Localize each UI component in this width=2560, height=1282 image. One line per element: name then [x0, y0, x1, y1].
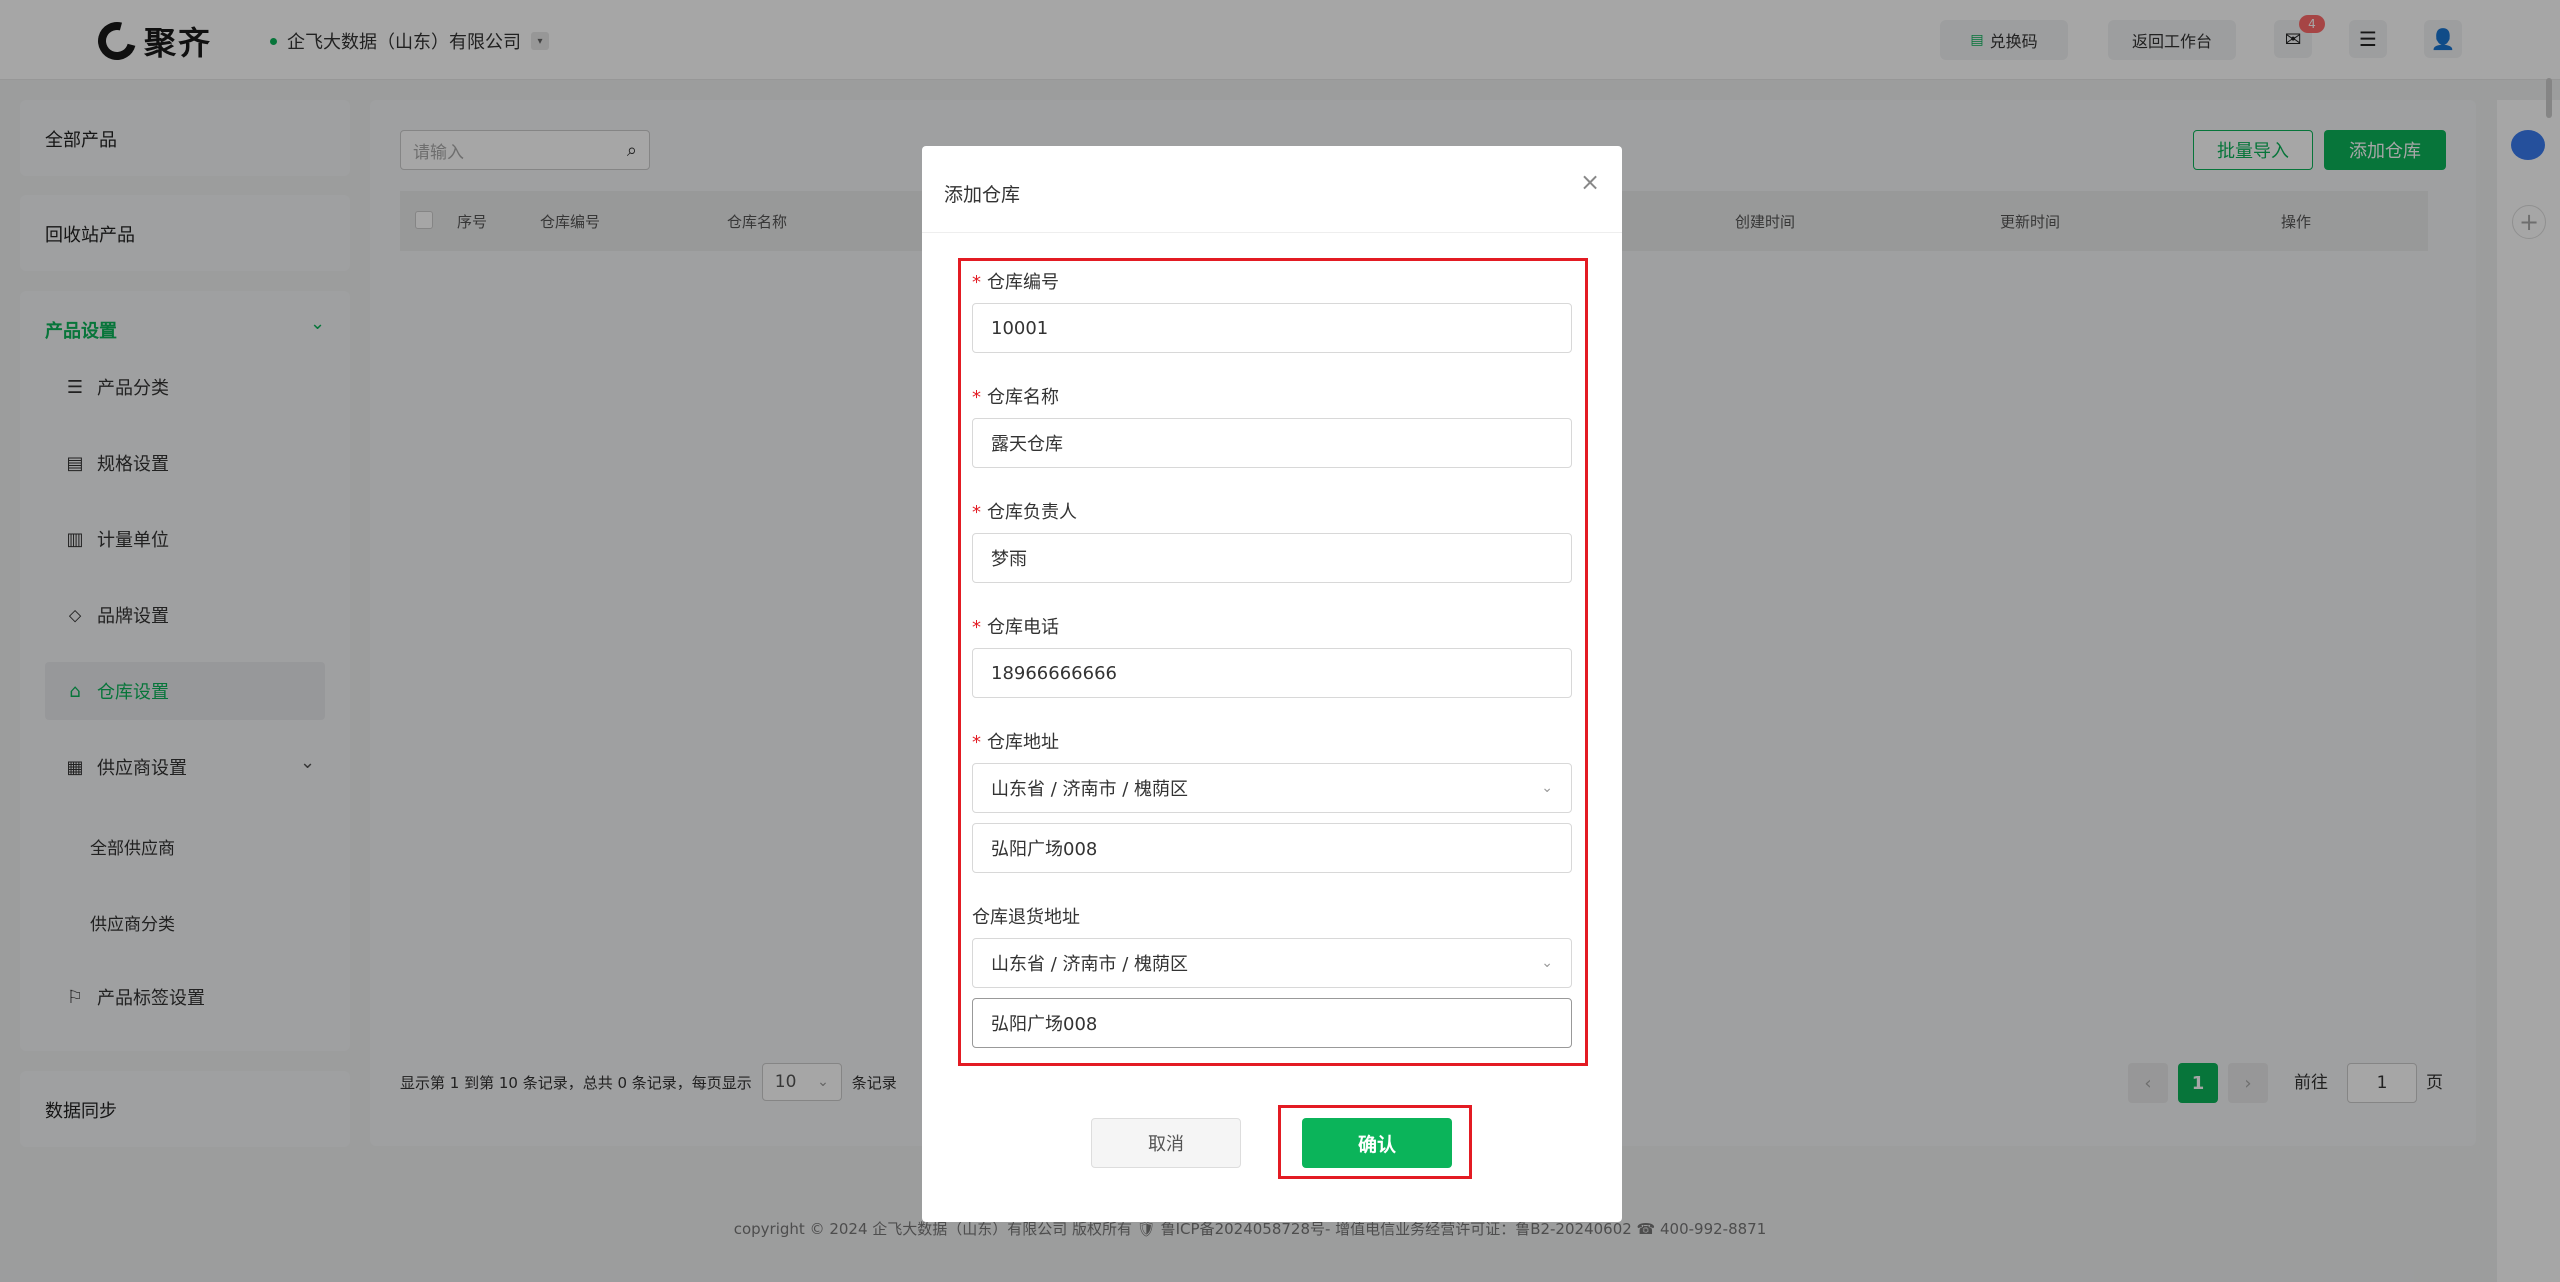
required-mark: * — [972, 272, 981, 293]
return-detail-field[interactable]: 弘阳广场008 — [972, 998, 1572, 1048]
dialog-form: * 仓库编号 10001 * 仓库名称 露天仓库 * 仓库负责人 梦雨 * 仓库电话 1… — [922, 146, 1622, 1222]
warehouse-manager-field[interactable]: 梦雨 — [972, 533, 1572, 583]
required-mark: * — [972, 732, 981, 753]
address-label-text: 仓库地址 — [987, 732, 1059, 753]
required-mark: * — [972, 617, 981, 638]
chevron-down-icon: ⌄ — [1541, 780, 1553, 796]
cancel-button[interactable]: 取消 — [1091, 1118, 1241, 1168]
return-address-label: 仓库退货地址 — [972, 907, 1080, 928]
phone-label-text: 仓库电话 — [987, 617, 1059, 638]
name-label: * 仓库名称 — [972, 383, 1059, 409]
return-detail-value: 弘阳广场008 — [991, 1014, 1098, 1035]
code-label-text: 仓库编号 — [987, 272, 1059, 293]
required-mark: * — [972, 502, 981, 523]
address-region-value: 山东省 / 济南市 / 槐荫区 — [991, 779, 1189, 800]
warehouse-code-field[interactable]: 10001 — [972, 303, 1572, 353]
address-label: * 仓库地址 — [972, 728, 1059, 754]
warehouse-phone-value: 18966666666 — [991, 662, 1117, 684]
manager-label-text: 仓库负责人 — [987, 502, 1077, 523]
manager-label: * 仓库负责人 — [972, 498, 1077, 524]
confirm-highlight-frame — [1278, 1105, 1472, 1179]
return-region-select[interactable]: 山东省 / 济南市 / 槐荫区 ⌄ — [972, 938, 1572, 988]
address-detail-field[interactable]: 弘阳广场008 — [972, 823, 1572, 873]
warehouse-name-value: 露天仓库 — [991, 434, 1063, 455]
return-region-value: 山东省 / 济南市 / 槐荫区 — [991, 954, 1189, 975]
address-detail-value: 弘阳广场008 — [991, 839, 1098, 860]
warehouse-code-value: 10001 — [991, 317, 1049, 339]
chevron-down-icon: ⌄ — [1541, 955, 1553, 971]
warehouse-phone-field[interactable]: 18966666666 — [972, 648, 1572, 698]
name-label-text: 仓库名称 — [987, 387, 1059, 408]
warehouse-manager-value: 梦雨 — [991, 549, 1027, 570]
address-region-select[interactable]: 山东省 / 济南市 / 槐荫区 ⌄ — [972, 763, 1572, 813]
warehouse-name-field[interactable]: 露天仓库 — [972, 418, 1572, 468]
code-label: * 仓库编号 — [972, 268, 1059, 294]
required-mark: * — [972, 387, 981, 408]
phone-label: * 仓库电话 — [972, 613, 1059, 639]
